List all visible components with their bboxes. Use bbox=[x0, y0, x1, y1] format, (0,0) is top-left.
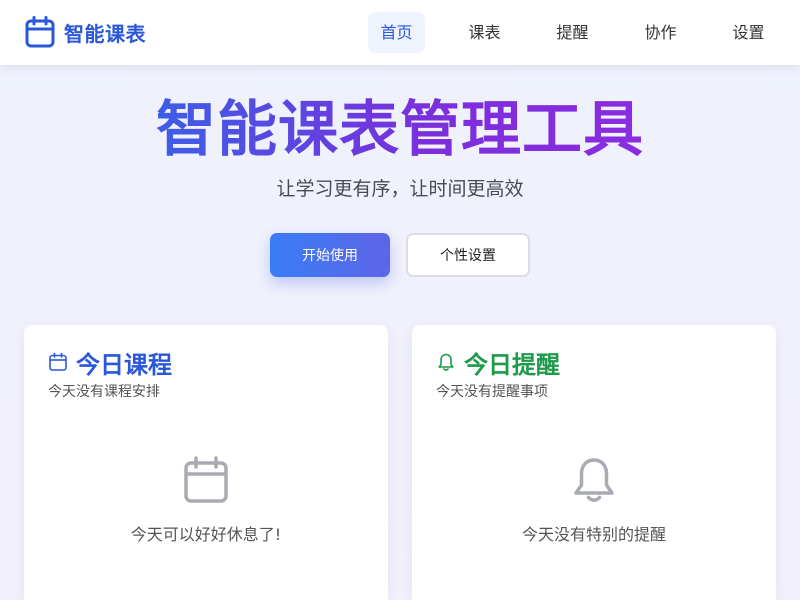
personal-settings-button[interactable]: 个性设置 bbox=[406, 233, 530, 277]
calendar-empty-icon bbox=[184, 456, 228, 503]
today-reminders-title: 今日提醒 bbox=[464, 350, 560, 379]
bell-empty-icon bbox=[574, 458, 614, 502]
bell-icon bbox=[438, 353, 454, 371]
get-started-button[interactable]: 开始使用 bbox=[270, 233, 390, 277]
calendar-logo-icon bbox=[25, 16, 55, 48]
today-courses-card: 今日课程 今天没有课程安排 今天可以好好休息了! bbox=[24, 325, 388, 600]
calendar-icon bbox=[49, 352, 67, 371]
today-courses-title: 今日课程 bbox=[76, 350, 172, 379]
top-navbar: 智能课表 首页 课表 提醒 协作 设置 bbox=[0, 0, 800, 65]
today-courses-empty-text: 今天可以好好休息了! bbox=[130, 525, 282, 544]
nav-item-settings[interactable]: 设置 bbox=[720, 12, 777, 53]
hero-title: 智能课表管理工具 bbox=[0, 92, 800, 168]
today-reminders-description: 今天没有提醒事项 bbox=[436, 384, 548, 400]
brand-name: 智能课表 bbox=[64, 21, 146, 46]
brand-logo[interactable]: 智能课表 bbox=[25, 16, 146, 48]
nav-item-reminders[interactable]: 提醒 bbox=[544, 12, 601, 53]
hero-subtitle: 让学习更有序，让时间更高效 bbox=[276, 178, 524, 200]
today-reminders-header: 今日提醒 bbox=[436, 347, 560, 379]
nav-item-collaboration[interactable]: 协作 bbox=[632, 12, 689, 53]
nav-item-schedule[interactable]: 课表 bbox=[456, 12, 513, 53]
nav-item-home[interactable]: 首页 bbox=[368, 12, 425, 53]
today-reminders-card: 今日提醒 今天没有提醒事项 今天没有特别的提醒 bbox=[412, 325, 776, 600]
hero-title-text: 智能课表管理工具 bbox=[156, 95, 644, 165]
today-reminders-empty-text: 今天没有特别的提醒 bbox=[521, 525, 666, 544]
main-nav: 首页 课表 提醒 协作 设置 bbox=[368, 12, 777, 53]
today-courses-description: 今天没有课程安排 bbox=[48, 384, 160, 400]
today-courses-header: 今日课程 bbox=[48, 347, 172, 379]
